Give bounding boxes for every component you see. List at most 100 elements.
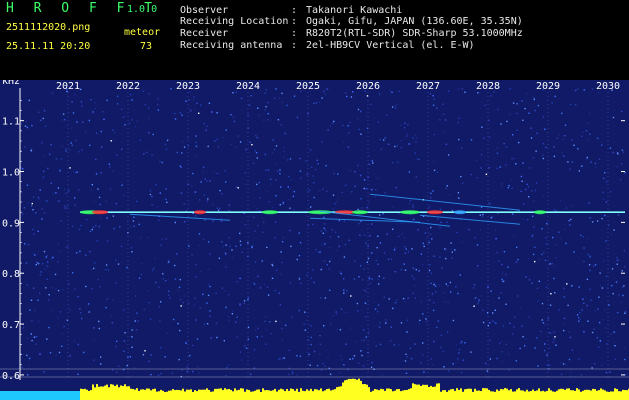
- noise-dot: [324, 297, 327, 299]
- noise-dot: [363, 339, 365, 342]
- noise-dot: [144, 104, 146, 106]
- noise-dot: [324, 365, 326, 367]
- noise-dot: [501, 272, 504, 274]
- noise-dot: [121, 108, 123, 110]
- noise-dot: [535, 150, 537, 152]
- noise-dot: [567, 304, 569, 307]
- noise-dot: [583, 247, 585, 249]
- noise-bar: [354, 378, 356, 400]
- noise-dot: [323, 260, 326, 262]
- noise-dot: [59, 250, 61, 252]
- noise-dot: [457, 292, 459, 295]
- noise-dot: [352, 358, 354, 360]
- noise-dot: [565, 207, 568, 209]
- noise-dot: [27, 337, 29, 340]
- noise-dot: [516, 129, 518, 131]
- meteor-echo: [427, 210, 443, 215]
- noise-dot: [63, 188, 66, 190]
- noise-dot: [69, 167, 71, 169]
- noise-dot: [210, 337, 212, 339]
- noise-dot: [367, 245, 369, 247]
- noise-dot: [555, 257, 557, 259]
- noise-bar: [358, 378, 360, 400]
- noise-dot: [264, 153, 266, 156]
- noise-dot: [224, 170, 226, 172]
- noise-dot: [601, 217, 603, 220]
- noise-bar: [430, 385, 432, 400]
- noise-dot: [394, 247, 396, 249]
- noise-bar: [596, 390, 598, 400]
- noise-dot: [583, 331, 585, 333]
- noise-dot: [396, 145, 398, 147]
- noise-dot: [439, 256, 441, 258]
- noise-dot: [113, 138, 115, 141]
- receiver-label: Receiver: [180, 28, 229, 39]
- noise-dot: [426, 237, 428, 239]
- noise-dot: [444, 119, 447, 121]
- noise-dot: [287, 373, 290, 375]
- noise-dot: [498, 297, 500, 299]
- noise-dot: [439, 208, 442, 210]
- noise-dot: [412, 267, 415, 269]
- noise-bar: [478, 390, 480, 400]
- noise-dot: [167, 294, 170, 296]
- noise-bar: [552, 391, 554, 400]
- noise-dot: [196, 102, 198, 104]
- noise-dot: [206, 180, 208, 182]
- noise-dot: [384, 137, 386, 139]
- noise-dot: [606, 181, 608, 183]
- noise-dot: [569, 168, 571, 170]
- location-label: Receiving Location: [180, 16, 289, 27]
- noise-dot: [60, 158, 63, 160]
- noise-dot: [216, 112, 218, 114]
- noise-bar: [548, 388, 550, 400]
- noise-dot: [358, 223, 360, 225]
- noise-dot: [616, 311, 619, 314]
- noise-dot: [400, 268, 402, 271]
- noise-dot: [281, 101, 283, 103]
- noise-dot: [231, 256, 233, 258]
- noise-dot: [22, 168, 24, 170]
- noise-dot: [134, 320, 136, 322]
- noise-dot: [347, 146, 350, 148]
- noise-dot: [98, 196, 101, 199]
- noise-dot: [312, 223, 314, 226]
- noise-dot: [587, 254, 589, 256]
- noise-dot: [521, 180, 523, 182]
- noise-dot: [299, 170, 302, 172]
- noise-dot: [464, 342, 466, 344]
- noise-dot: [267, 294, 270, 296]
- noise-dot: [65, 150, 67, 152]
- noise-dot: [157, 374, 160, 376]
- noise-dot: [116, 154, 118, 156]
- noise-dot: [93, 267, 95, 270]
- noise-dot: [158, 286, 160, 288]
- noise-dot: [490, 217, 492, 219]
- noise-dot: [195, 145, 198, 147]
- noise-dot: [304, 311, 306, 313]
- noise-dot: [228, 319, 230, 322]
- noise-dot: [312, 269, 314, 271]
- noise-dot: [182, 141, 184, 143]
- observation-datetime: 25.11.11 20:20: [6, 41, 91, 52]
- noise-dot: [594, 309, 596, 312]
- noise-bar: [500, 388, 502, 400]
- noise-dot: [232, 116, 235, 118]
- noise-dot: [237, 135, 239, 137]
- noise-dot: [612, 293, 614, 295]
- noise-dot: [51, 257, 53, 260]
- noise-dot: [563, 329, 565, 332]
- noise-dot: [447, 285, 449, 287]
- noise-dot: [287, 159, 289, 161]
- noise-bar: [230, 389, 232, 400]
- noise-dot: [459, 274, 461, 276]
- noise-bar: [316, 389, 318, 400]
- noise-dot: [590, 299, 592, 301]
- noise-dot: [41, 208, 43, 210]
- noise-bar: [150, 390, 152, 400]
- noise-dot: [239, 232, 241, 235]
- noise-bar: [142, 389, 144, 400]
- noise-dot: [131, 118, 133, 121]
- noise-dot: [333, 172, 335, 175]
- noise-dot: [582, 298, 584, 300]
